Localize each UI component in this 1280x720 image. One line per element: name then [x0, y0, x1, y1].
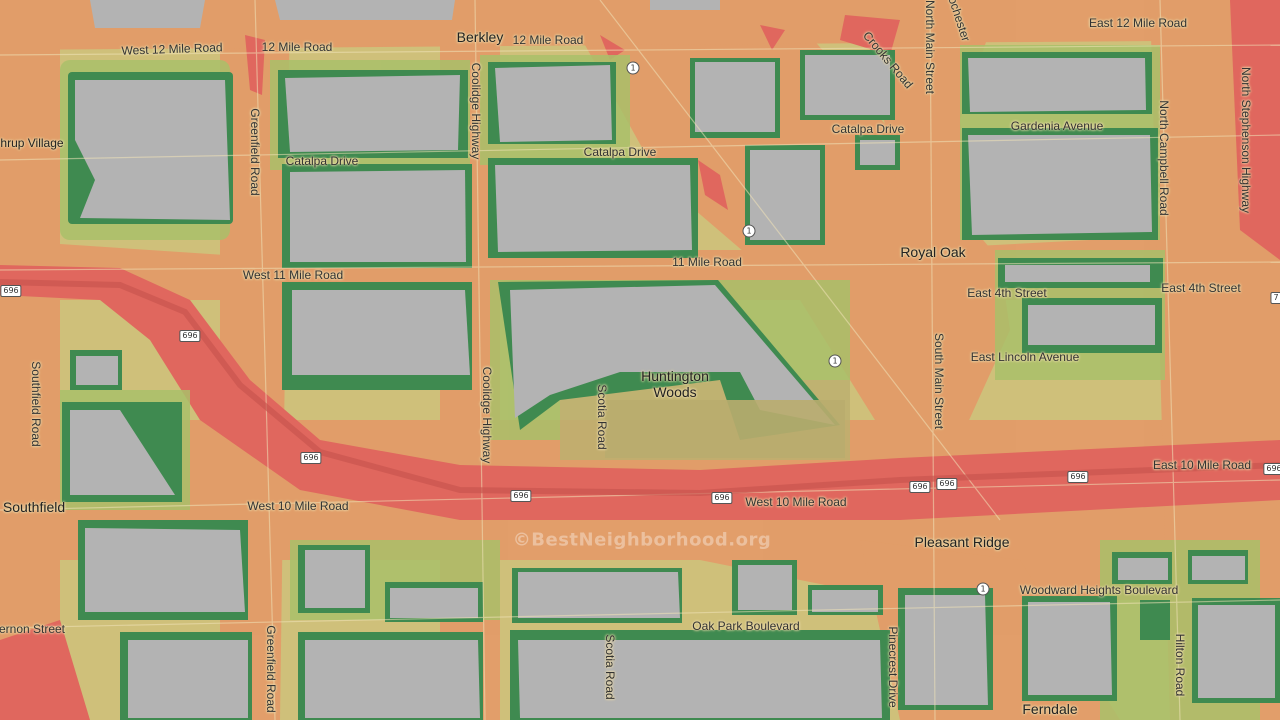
- i696-shield-icon: 696: [300, 452, 322, 464]
- map-canvas[interactable]: Berkley Royal Oak Huntington Woods South…: [0, 0, 1280, 720]
- m1-shield-icon: 1: [742, 224, 756, 238]
- road-west-11-mile: West 11 Mile Road: [242, 268, 344, 282]
- i696-shield-icon: 696: [179, 330, 201, 342]
- road-scotia-bottom: Scotia Road: [603, 634, 617, 700]
- road-vernon: ernon Street: [0, 622, 66, 636]
- road-coolidge-bottom: Coolidge Highway: [480, 366, 494, 464]
- place-southfield: Southfield: [2, 499, 66, 515]
- place-huntington-woods: Huntington Woods: [641, 368, 709, 400]
- road-north-stephenson: North Stephenson Highway: [1239, 66, 1253, 214]
- road-pinecrest: Pinecrest Drive: [886, 626, 900, 708]
- m1-shield-icon: 1: [626, 61, 640, 75]
- road-south-main: South Main Street: [932, 332, 946, 430]
- road-hilton: Hilton Road: [1173, 633, 1187, 697]
- road-catalpa-1: Catalpa Drive: [285, 154, 359, 168]
- place-berkley: Berkley: [456, 29, 504, 45]
- park-area: [605, 400, 845, 458]
- road-12-mile-a: 12 Mile Road: [261, 40, 333, 54]
- m1-shield-icon: 1: [828, 354, 842, 368]
- i696-shield-icon: 696: [936, 478, 958, 490]
- place-royal-oak: Royal Oak: [900, 244, 966, 260]
- road-west-10-mile-b: West 10 Mile Road: [745, 495, 847, 509]
- road-north-main: North Main Street: [923, 0, 937, 95]
- road-east-10-mile: East 10 Mile Road: [1152, 458, 1252, 472]
- road-12-mile-b: 12 Mile Road: [512, 33, 584, 47]
- road-catalpa-3: Catalpa Drive: [831, 122, 905, 136]
- road-scotia-top: Scotia Road: [595, 384, 609, 450]
- road-11-mile: 11 Mile Road: [672, 255, 742, 269]
- road-oak-park: Oak Park Boulevard: [692, 619, 800, 633]
- place-huntington-line1: Huntington: [641, 368, 709, 384]
- road-coolidge-top: Coolidge Highway: [469, 62, 483, 160]
- i696-shield-icon: 696: [909, 481, 931, 493]
- i696-shield-icon: 696: [711, 492, 733, 504]
- watermark: ©BestNeighborhood.org: [512, 529, 772, 551]
- road-east-4th-a: East 4th Street: [967, 286, 1047, 300]
- road-greenfield-top: Greenfield Road: [248, 108, 262, 196]
- road-north-campbell: North Campbell Road: [1157, 100, 1171, 216]
- place-huntington-line2: Woods: [653, 384, 697, 400]
- i696-shield-icon: 696: [1067, 471, 1089, 483]
- place-lathrup-village: hrup Village: [0, 136, 64, 150]
- place-ferndale: Ferndale: [1022, 701, 1078, 717]
- road-gardenia: Gardenia Avenue: [1010, 119, 1104, 133]
- m1-shield-icon: 1: [976, 582, 990, 596]
- i696-shield-icon: 696: [0, 285, 22, 297]
- map-layers: [0, 0, 1280, 720]
- road-east-lincoln: East Lincoln Avenue: [970, 350, 1080, 364]
- road-catalpa-2: Catalpa Drive: [583, 145, 657, 159]
- i696-shield-icon: 696: [1263, 463, 1280, 475]
- road-west-10-mile-a: West 10 Mile Road: [247, 499, 349, 513]
- road-woodward-heights: Woodward Heights Boulevard: [1019, 583, 1179, 597]
- i696-shield-icon: 696: [510, 490, 532, 502]
- road-east-12-mile: East 12 Mile Road: [1088, 16, 1188, 30]
- road-southfield: Southfield Road: [29, 361, 43, 447]
- road-greenfield-bottom: Greenfield Road: [264, 625, 278, 713]
- route-shield-icon: 7: [1270, 292, 1280, 304]
- road-east-4th-b: East 4th Street: [1161, 281, 1241, 295]
- place-pleasant-ridge: Pleasant Ridge: [914, 534, 1010, 550]
